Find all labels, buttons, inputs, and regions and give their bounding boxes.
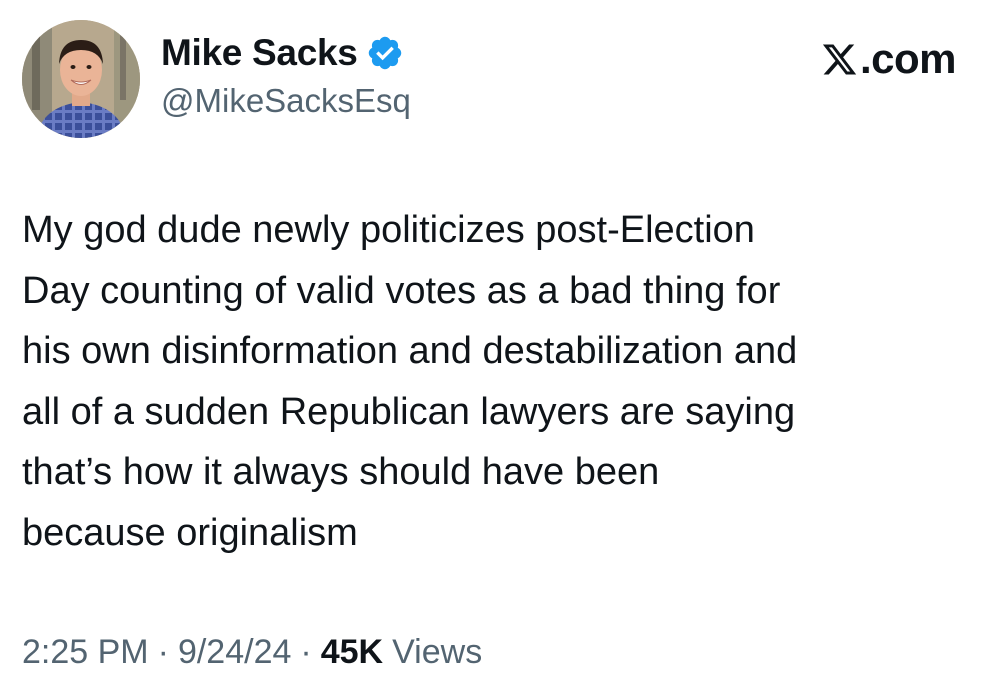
- site-domain: .com: [859, 35, 957, 82]
- author-display-name[interactable]: Mike Sacks: [161, 32, 358, 74]
- tweet-text-line: all of a sudden Republican lawyers are s…: [22, 390, 796, 433]
- tweet-date[interactable]: 9/24/24: [178, 633, 291, 672]
- author-name-row[interactable]: Mike Sacks: [161, 30, 404, 76]
- tweet-text-line: Day counting of valid votes as a bad thi…: [22, 269, 781, 312]
- meta-separator: ·: [157, 632, 169, 671]
- tweet-card: Mike Sacks @MikeSacksEsq .com My god dud…: [0, 0, 1000, 689]
- tweet-text-line: My god dude newly politicizes post-Elect…: [22, 209, 755, 251]
- avatar[interactable]: [22, 20, 140, 138]
- author-handle[interactable]: @MikeSacksEsq: [161, 82, 411, 120]
- site-logo: .com: [821, 34, 957, 84]
- verified-badge-icon: [366, 34, 404, 72]
- tweet-time[interactable]: 2:25 PM: [22, 633, 149, 672]
- view-count: 45K: [320, 632, 384, 671]
- tweet-text-line: his own disinformation and destabilizati…: [22, 330, 798, 372]
- meta-separator: ·: [300, 632, 312, 671]
- profile-photo-icon: [22, 20, 140, 138]
- tweet-text: My god dude newly politicizes post-Elect…: [22, 200, 972, 563]
- views-label: Views: [392, 632, 483, 671]
- tweet-text-line: because originalism: [22, 511, 358, 554]
- x-logo-icon: [821, 41, 858, 78]
- tweet-text-line: that’s how it always should have been: [22, 451, 660, 493]
- tweet-meta: 2:25 PM · 9/24/24 · 45K Views: [22, 628, 482, 676]
